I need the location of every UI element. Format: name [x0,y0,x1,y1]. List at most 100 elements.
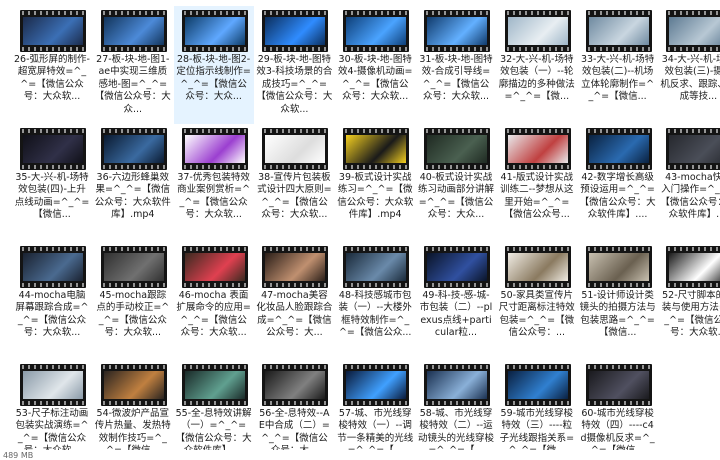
video-file-item[interactable]: 38-宣传片包装板式设计四大原则=^_^=【微信公众号：大众软... [254,124,334,242]
video-thumbnail [262,128,329,170]
thumbnail-frame [23,17,83,45]
video-thumbnail [424,10,490,52]
thumbnail-frame [265,135,326,163]
file-name-label: 48-科技感城市包装（一）--大楼外框特效制作=^_^=【微信公众... [338,290,412,339]
video-thumbnail [181,10,248,52]
thumbnail-frame [265,253,326,281]
video-file-item[interactable]: 37-优秀包装特效商业案例赏析=^_^=【微信公众号：大众软... [174,124,254,242]
video-thumbnail [585,364,652,406]
video-file-item[interactable]: 59-城市光线穿梭特效（三）----粒子光线跟指关系=^_^=【微... [497,360,577,460]
thumbnail-frame [265,371,326,399]
video-thumbnail [585,128,652,170]
video-file-item[interactable]: 28-板-块-地-图2-定位指示线制作=^_^=【微信公众号：大众... [173,6,254,124]
video-file-item[interactable]: 45-mocha跟踪点的手动校正=^_^=【微信公众号：大众软... [93,242,173,360]
file-name-label: 33-大-兴-机-场特效包装(二)--机场立体轮廓制作=^_^=【微信... [580,54,655,103]
file-name-label: 40-板式设计实战练习动画部分讲解=^_^=【微信公众号：大众... [418,172,494,221]
video-thumbnail [504,364,571,406]
video-file-item[interactable]: 27-板-块-地-图1-ae中实现三维质感地-图=^_^=【微信公众号：大众..… [93,6,173,124]
thumbnail-frame [346,253,407,281]
video-file-item[interactable]: 35-大-兴-机-场特效包装(四)-上升点线动画=^_^=【微信... [12,124,92,242]
file-name-label: 32-大-兴-机-场特效包装（一）--轮廓描边的多种做法=^_^=【微... [498,54,575,103]
video-thumbnail [666,246,720,288]
video-file-item[interactable]: 26-弧形屏的制作-超宽屏特效=^_^=【微信公众号：大众软... [12,6,92,124]
video-file-item[interactable]: 55-全-息特效讲解（一）=^_^=【微信公众号：大众软件库】.... [174,360,254,460]
video-file-item[interactable]: 54-微波炉产品宣传片热量、发热特效制作技巧=^_^=【微信... [93,360,173,460]
thumbnail-frame [588,135,649,163]
thumbnail-frame [669,135,720,163]
video-file-item[interactable]: 49-科-技-感-城-市包装（二）--plexus点线+particular粒.… [416,242,496,360]
thumbnail-frame [507,253,568,281]
file-name-label: 30-板-块-地-图特效4-摄像机动画=^_^=【微信公众号：大众软... [337,54,413,103]
file-name-label: 38-宣传片包装板式设计四大原则=^_^=【微信公众号：大众软... [257,172,332,221]
video-thumbnail [262,364,329,406]
video-file-item[interactable]: 32-大-兴-机-场特效包装（一）--轮廓描边的多种做法=^_^=【微... [497,6,577,124]
video-thumbnail [424,128,490,170]
video-file-item[interactable]: 42-数字增长高级预设运用=^_^=【微信公众号：大众软件库】.... [578,124,658,242]
file-name-label: 41-版式设计实战训练二--梦想从这里开始=^_^=【微信公众号... [500,172,574,221]
video-thumbnail [585,246,652,288]
video-file-item[interactable]: 56-全-息特效--AE中合成（二）=^_^=【微信公众号：大... [254,360,334,460]
video-file-item[interactable]: 31-板-块-地-图特效-合成引导线=^_^=【微信公众号：大众软... [416,6,496,124]
video-file-item[interactable]: 50-家具类宣传片尺寸距离标注特效包装=^_^=【微信公众号：... [497,242,577,360]
file-name-label: 29-板-块-地-图特效3-科技场景的合成技巧=^_^=【微信公众号：大众软..… [256,54,333,115]
status-bar: 489 MB [0,450,720,460]
thumbnail-frame [184,253,245,281]
video-thumbnail [666,10,720,52]
file-name-label: 28-板-块-地-图2-定位指示线制作=^_^=【微信公众号：大众... [176,54,251,103]
thumbnail-frame [184,371,245,399]
video-file-item[interactable]: 30-板-块-地-图特效4-摄像机动画=^_^=【微信公众号：大众软... [335,6,415,124]
file-name-label: 34-大-兴-机-场特效包装(三)-摄像机反求、跟踪、合成等技... [660,54,720,103]
file-name-label: 49-科-技-感-城-市包装（二）--plexus点线+particular粒.… [419,290,493,339]
thumbnail-frame [103,135,164,163]
video-thumbnail [424,364,490,406]
video-file-item[interactable]: 60-城市光线穿梭特效（四）----c4d摄像机反求=^_^=【微信... [578,360,658,460]
video-file-item[interactable]: 43-mocha快速入门操作=^_^=【微信公众号：大众软件库】.... [658,124,720,242]
video-file-item[interactable]: 44-mocha电脑屏幕跟踪合成=^_^=【微信公众号：大众软... [12,242,92,360]
video-file-item[interactable]: 58-城、市光线穿梭特效（二）--运动镜头的光线穿梭=^_^=【... [416,360,496,460]
thumbnail-frame [103,253,164,281]
video-file-item[interactable]: 40-板式设计实战练习动画部分讲解=^_^=【微信公众号：大众... [416,124,496,242]
video-thumbnail [100,246,167,288]
video-file-item[interactable]: 53-尺子标注动画包装实战演练=^_^=【微信公众号：大众软... [12,360,92,460]
video-file-item[interactable]: 46-mocha 表面扩展命令的应用=^_^=【微信公众号：大众软... [174,242,254,360]
thumbnail-frame [588,17,649,45]
video-thumbnail [424,246,490,288]
video-file-item[interactable]: 34-大-兴-机-场特效包装(三)-摄像机反求、跟踪、合成等技... [658,6,720,124]
video-file-item[interactable]: 51-设计师设计类镜头的拍摄方法与包装思路=^_^=【微信... [578,242,658,360]
video-thumbnail [20,246,86,288]
video-thumbnail [100,364,167,406]
video-file-item[interactable]: 39-板式设计实战练习=^_^=【微信公众号：大众软件库】.mp4 [335,124,415,242]
video-thumbnail [20,10,86,52]
thumbnail-frame [427,371,487,399]
status-text: 489 MB [3,451,34,460]
thumbnail-frame [103,17,164,45]
thumbnail-frame [427,135,487,163]
thumbnail-frame [265,17,326,45]
video-thumbnail [20,364,86,406]
video-thumbnail [504,10,571,52]
video-file-item[interactable]: 52-尺寸脚本的安装与使用方法=^_^=【微信公众号：大众软... [658,242,720,360]
video-thumbnail [100,10,167,52]
file-name-label: 27-板-块-地-图1-ae中实现三维质感地-图=^_^=【微信公众号：大众..… [94,54,171,115]
thumbnail-frame [669,253,720,281]
file-name-label: 46-mocha 表面扩展命令的应用=^_^=【微信公众号：大众软... [176,290,251,339]
video-file-item[interactable]: 41-版式设计实战训练二--梦想从这里开始=^_^=【微信公众号... [497,124,577,242]
video-file-item[interactable]: 47-mocha美容化妆品人脸跟踪合成=^_^=【微信公众号：大... [254,242,334,360]
video-file-item[interactable]: 29-板-块-地-图特效3-科技场景的合成技巧=^_^=【微信公众号：大众软..… [254,6,334,124]
thumbnail-frame [346,17,407,45]
video-file-item[interactable]: 48-科技感城市包装（一）--大楼外框特效制作=^_^=【微信公众... [335,242,415,360]
file-name-label: 50-家具类宣传片尺寸距离标注特效包装=^_^=【微信公众号：... [498,290,575,339]
thumbnail-frame [346,135,407,163]
thumbnail-frame [23,253,83,281]
video-thumbnail [181,128,248,170]
video-thumbnail [343,10,410,52]
thumbnail-frame [507,371,568,399]
thumbnail-frame [346,371,407,399]
video-file-item[interactable]: 33-大-兴-机-场特效包装(二)--机场立体轮廓制作=^_^=【微信... [578,6,658,124]
file-name-label: 47-mocha美容化妆品人脸跟踪合成=^_^=【微信公众号：大... [256,290,333,339]
file-name-label: 42-数字增长高级预设运用=^_^=【微信公众号：大众软件库】.... [579,172,656,221]
file-name-label: 45-mocha跟踪点的手动校正=^_^=【微信公众号：大众软... [96,290,170,339]
video-file-item[interactable]: 57-城、市光线穿梭特效（一）--调节一条精美的光线=^_^=【... [335,360,415,460]
video-file-item[interactable]: 36-六边形蜂巢效果=^_^=【微信公众号：大众软件库】.mp4 [93,124,173,242]
thumbnail-frame [184,135,245,163]
